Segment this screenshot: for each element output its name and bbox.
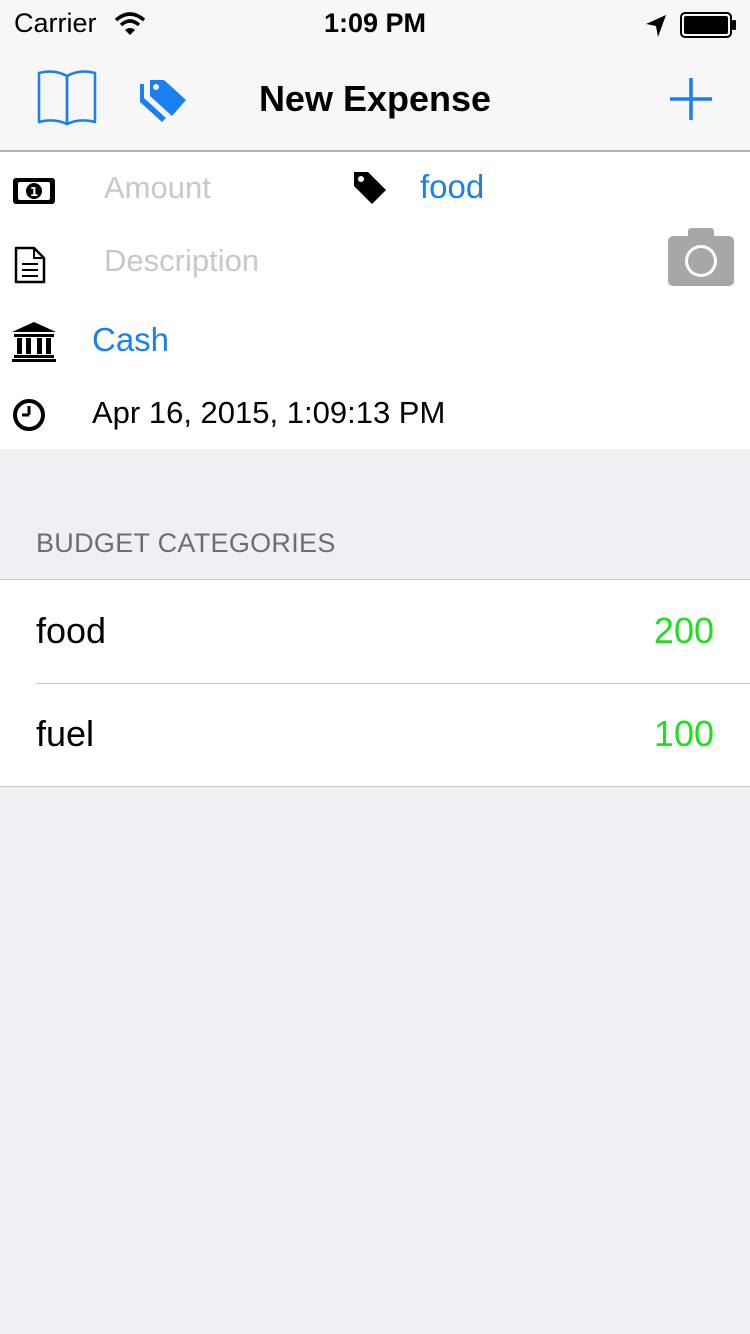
amount-input[interactable]: Amount: [104, 170, 211, 206]
account-selector[interactable]: Cash: [92, 321, 169, 359]
budget-section-header: BUDGET CATEGORIES: [36, 528, 336, 558]
battery-icon: [680, 12, 736, 38]
budget-name: food: [36, 610, 107, 651]
date-picker[interactable]: Apr 16, 2015, 1:09:13 PM: [92, 395, 445, 431]
budget-amount: 200: [653, 610, 714, 651]
svg-text:1: 1: [30, 185, 38, 199]
location-arrow-icon: [646, 15, 666, 37]
budget-name: fuel: [36, 713, 95, 754]
document-icon: [14, 246, 46, 284]
page-title: New Expense: [258, 78, 492, 119]
budget-list: food 200 fuel 100: [0, 579, 750, 787]
tag-selector[interactable]: food: [420, 168, 484, 206]
camera-button[interactable]: [668, 228, 734, 286]
add-button[interactable]: [668, 76, 714, 122]
list-item[interactable]: fuel 100: [0, 683, 750, 786]
budget-amount: 100: [653, 713, 714, 754]
camera-icon: [668, 228, 734, 286]
expense-form: 1 Amount food Description Cash Apr 16, 2…: [0, 152, 750, 449]
screen: Carrier 1:09 PM New Expense 1 Amount foo…: [0, 0, 750, 1334]
tag-icon: [354, 172, 386, 204]
clock-icon: [13, 399, 45, 431]
money-icon: 1: [13, 178, 55, 204]
list-item[interactable]: food 200: [0, 580, 750, 683]
plus-icon: [670, 78, 712, 120]
top-bar: Carrier 1:09 PM New Expense: [0, 0, 750, 152]
description-input[interactable]: Description: [104, 243, 259, 279]
status-time: 1:09 PM: [323, 8, 427, 38]
bank-icon: [12, 322, 56, 362]
